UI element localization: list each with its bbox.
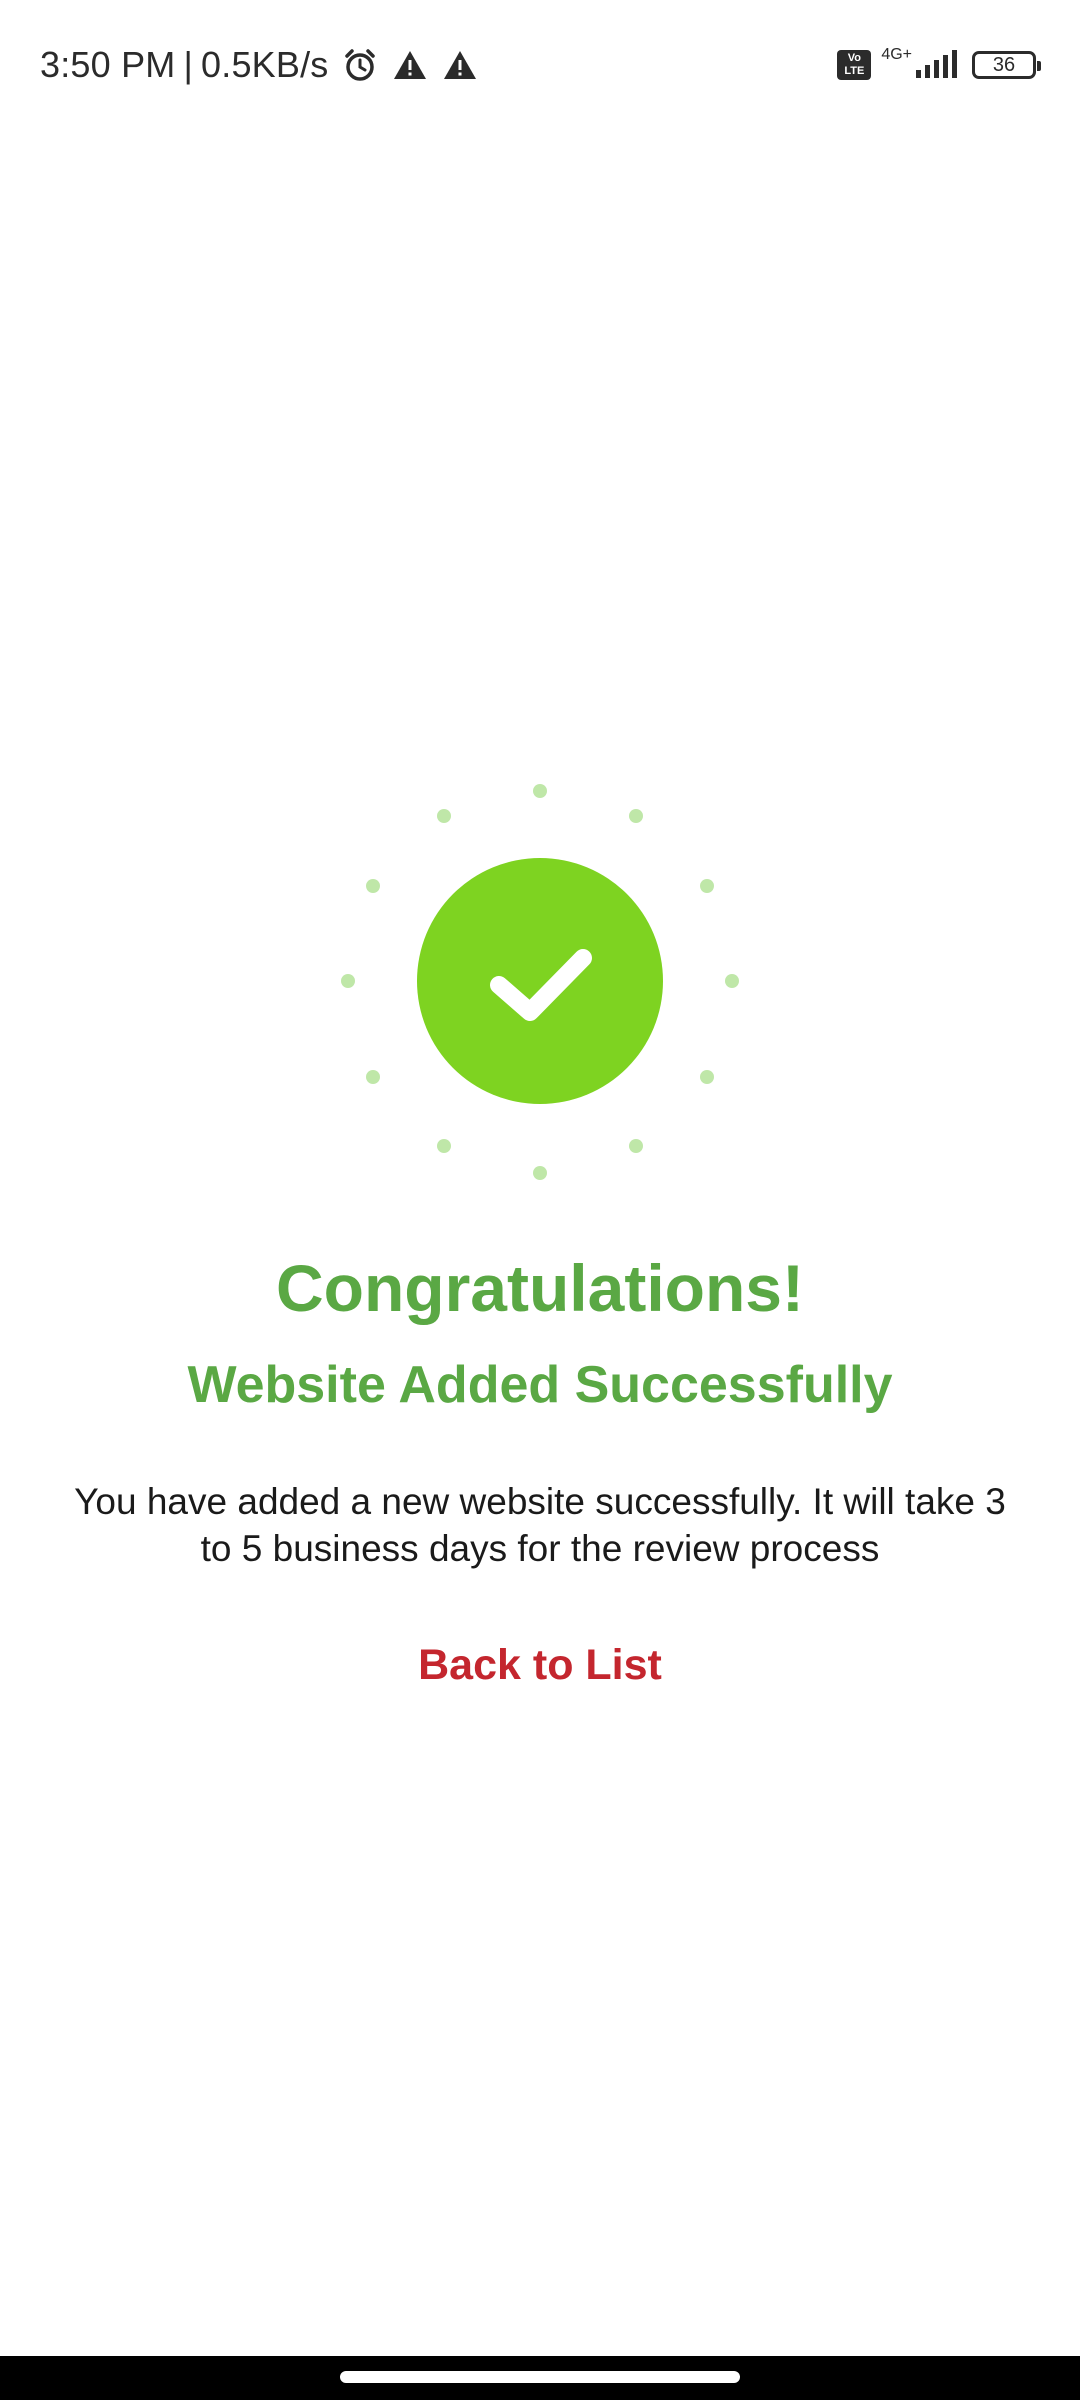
dot	[341, 974, 355, 988]
success-subheading: Website Added Successfully	[187, 1356, 893, 1414]
status-bar: 3:50 PM | 0.5KB/s Vo LTE 4G+ 36	[0, 0, 1080, 130]
volte-icon: Vo LTE	[837, 50, 872, 80]
status-separator: |	[183, 44, 194, 85]
dot	[700, 1070, 714, 1084]
network-type-label: 4G+	[881, 46, 912, 63]
dot	[437, 1139, 451, 1153]
dot	[533, 784, 547, 798]
warning-icon	[393, 51, 426, 79]
alarm-icon	[344, 49, 375, 81]
dot	[533, 1166, 547, 1180]
dot	[725, 974, 739, 988]
dot	[366, 879, 380, 893]
volte-top-label: Vo	[847, 52, 861, 64]
congratulations-heading: Congratulations!	[276, 1251, 804, 1325]
dot	[700, 879, 714, 893]
battery-icon: 36	[972, 51, 1041, 79]
status-time: 3:50 PM	[40, 44, 176, 85]
success-graphic	[341, 784, 739, 1180]
warning-icon	[443, 51, 476, 79]
battery-level: 36	[992, 53, 1016, 76]
signal-icon	[916, 50, 957, 78]
status-right: Vo LTE 4G+ 36	[837, 42, 1041, 88]
dot	[437, 809, 451, 823]
success-message: You have added a new website successfull…	[74, 1481, 1006, 1569]
status-network-speed: 0.5KB/s	[201, 44, 329, 85]
volte-bottom-label: LTE	[844, 65, 865, 77]
dot	[629, 1139, 643, 1153]
success-circle	[417, 858, 663, 1104]
home-indicator[interactable]	[340, 2371, 740, 2383]
back-to-list-link[interactable]: Back to List	[340, 1630, 740, 1700]
navigation-bar	[0, 2356, 1080, 2400]
dot	[366, 1070, 380, 1084]
status-left: 3:50 PM | 0.5KB/s	[40, 40, 479, 90]
dot	[629, 809, 643, 823]
